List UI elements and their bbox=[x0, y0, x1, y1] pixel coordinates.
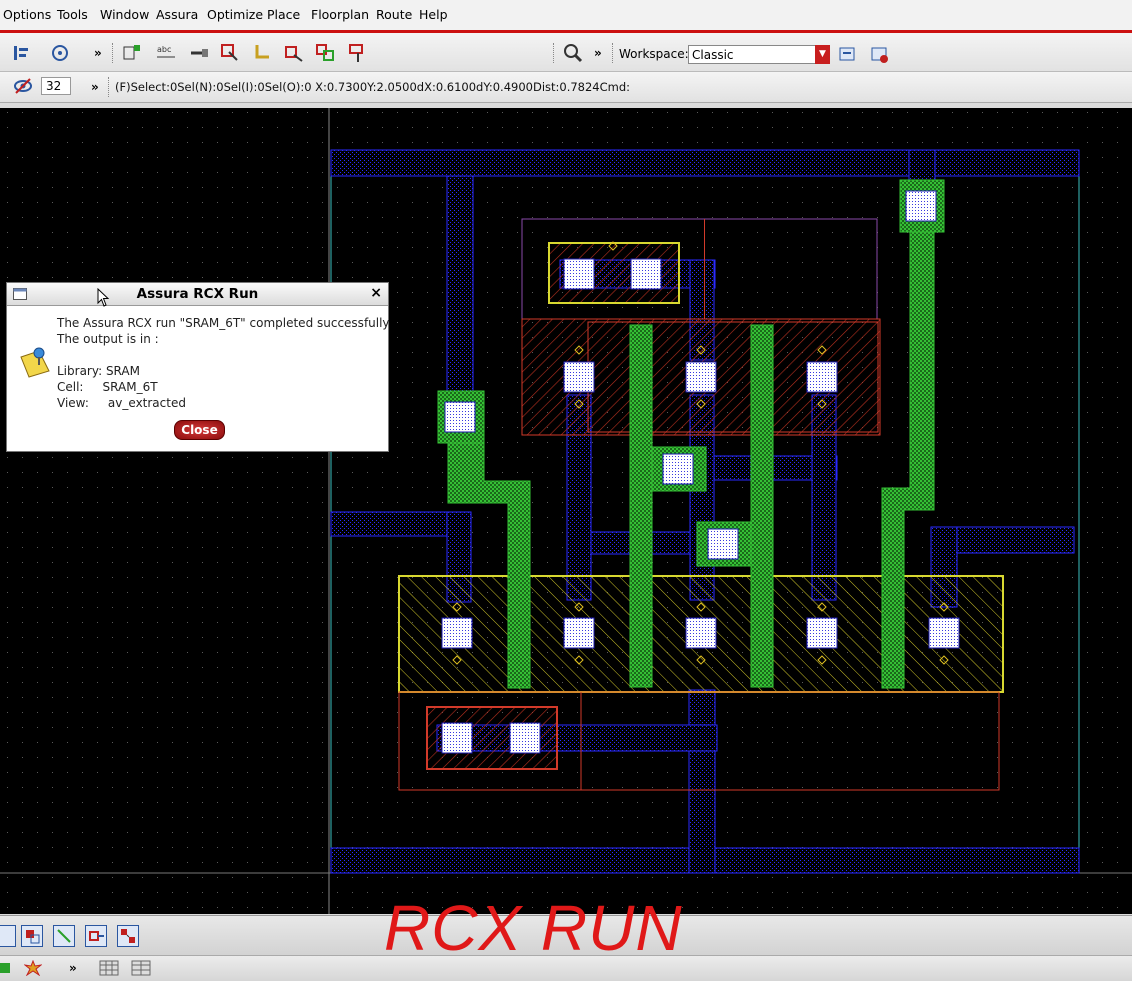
table-icon[interactable] bbox=[131, 960, 151, 976]
contact bbox=[662, 453, 694, 485]
toolbar-overflow-right[interactable]: » bbox=[594, 46, 602, 60]
rcx-result-dialog: Assura RCX Run × The Assura RCX run "SRA… bbox=[6, 282, 390, 452]
vdd-rail bbox=[330, 149, 1080, 177]
metal-wire bbox=[688, 689, 716, 874]
close-icon[interactable]: × bbox=[370, 285, 382, 301]
contact bbox=[806, 361, 838, 393]
move-icon[interactable] bbox=[283, 42, 305, 64]
chevron-down-icon[interactable]: ▼ bbox=[815, 45, 830, 64]
eye-icon[interactable] bbox=[12, 75, 34, 97]
contact bbox=[806, 617, 838, 649]
workspace-value: Classic bbox=[692, 48, 734, 62]
toolbar-overflow-status[interactable]: » bbox=[91, 80, 99, 94]
workspace-save-icon[interactable] bbox=[837, 44, 859, 66]
workspace-select[interactable]: Classic ▼ bbox=[688, 45, 830, 64]
layout-canvas[interactable] bbox=[0, 108, 1132, 914]
canvas-grid-left bbox=[0, 108, 329, 914]
dialog-cell: Cell: SRAM_6T bbox=[57, 380, 158, 394]
dialog-library: Library: SRAM bbox=[57, 364, 140, 378]
divider-line bbox=[704, 219, 705, 319]
toolbar-separator bbox=[112, 43, 115, 63]
close-button[interactable]: Close bbox=[174, 420, 225, 440]
toolbar-separator bbox=[108, 77, 111, 97]
contact bbox=[905, 190, 937, 222]
dialog-titlebar[interactable]: Assura RCX Run × bbox=[7, 283, 388, 306]
dialog-message-line2: The output is in : bbox=[57, 332, 159, 346]
workspace-load-icon[interactable] bbox=[869, 44, 891, 66]
dialog-title: Assura RCX Run bbox=[136, 286, 259, 302]
metal-wire bbox=[446, 175, 474, 392]
info-icon[interactable] bbox=[0, 961, 12, 975]
poly-gate bbox=[750, 324, 774, 688]
explode-icon[interactable] bbox=[24, 960, 42, 976]
wire-icon[interactable] bbox=[188, 42, 210, 64]
zoom-icon[interactable] bbox=[562, 42, 584, 64]
undo-icon[interactable] bbox=[49, 42, 71, 64]
contact bbox=[444, 401, 476, 433]
zoom-level-field[interactable]: 32 bbox=[41, 77, 71, 95]
mouse-cursor-icon bbox=[97, 288, 110, 307]
menu-assura[interactable]: Assura bbox=[156, 7, 198, 22]
contact bbox=[685, 361, 717, 393]
menu-bar: Options Tools Window Assura Optimize Pla… bbox=[0, 0, 1132, 30]
copy-icon[interactable] bbox=[315, 42, 337, 64]
menu-place[interactable]: Place bbox=[267, 7, 300, 22]
layer-palette-icon[interactable] bbox=[10, 42, 32, 64]
contact bbox=[509, 722, 541, 754]
select-icon[interactable] bbox=[219, 42, 241, 64]
fit-icon[interactable] bbox=[53, 925, 75, 947]
status-readout: (F)Select:0Sel(N):0Sel(I):0Sel(O):0 X:0.… bbox=[115, 80, 631, 94]
stretch-icon[interactable] bbox=[347, 42, 369, 64]
menu-window[interactable]: Window bbox=[100, 7, 149, 22]
contact bbox=[563, 361, 595, 393]
note-icon bbox=[20, 347, 50, 378]
menu-floorplan[interactable]: Floorplan bbox=[311, 7, 369, 22]
grid-icon[interactable] bbox=[99, 960, 119, 976]
metal-wire bbox=[908, 149, 936, 181]
contact bbox=[441, 722, 473, 754]
zoom-in-icon[interactable] bbox=[85, 925, 107, 947]
contact bbox=[685, 617, 717, 649]
contact bbox=[441, 617, 473, 649]
poly-gate bbox=[629, 324, 653, 688]
contact bbox=[928, 617, 960, 649]
menu-tools[interactable]: Tools bbox=[57, 7, 88, 22]
vertical-align-icon[interactable] bbox=[0, 925, 16, 947]
menu-help[interactable]: Help bbox=[419, 7, 448, 22]
workspace-label: Workspace: bbox=[619, 47, 689, 61]
label-icon[interactable]: abc bbox=[155, 42, 177, 64]
contact bbox=[563, 258, 595, 290]
contact bbox=[563, 617, 595, 649]
toolbar-separator bbox=[553, 43, 556, 63]
toolbar-separator bbox=[612, 43, 615, 63]
svg-text:abc: abc bbox=[157, 45, 171, 54]
toolbar-overflow-left[interactable]: » bbox=[94, 46, 102, 60]
dialog-message-line1: The Assura RCX run "SRAM_6T" completed s… bbox=[57, 316, 390, 330]
main-toolbar: » abc » bbox=[0, 33, 1132, 72]
create-instance-icon[interactable] bbox=[121, 42, 143, 64]
dialog-view: View: av_extracted bbox=[57, 396, 186, 410]
status-overflow[interactable]: » bbox=[69, 961, 77, 975]
contact bbox=[630, 258, 662, 290]
zoom-out-icon[interactable] bbox=[117, 925, 139, 947]
path-icon[interactable] bbox=[252, 42, 274, 64]
menu-optimize[interactable]: Optimize bbox=[207, 7, 263, 22]
horizontal-align-icon[interactable] bbox=[21, 925, 43, 947]
menu-options[interactable]: Options bbox=[3, 7, 51, 22]
contact bbox=[707, 528, 739, 560]
menu-route[interactable]: Route bbox=[376, 7, 412, 22]
rcx-run-banner: RCX RUN bbox=[384, 892, 683, 964]
